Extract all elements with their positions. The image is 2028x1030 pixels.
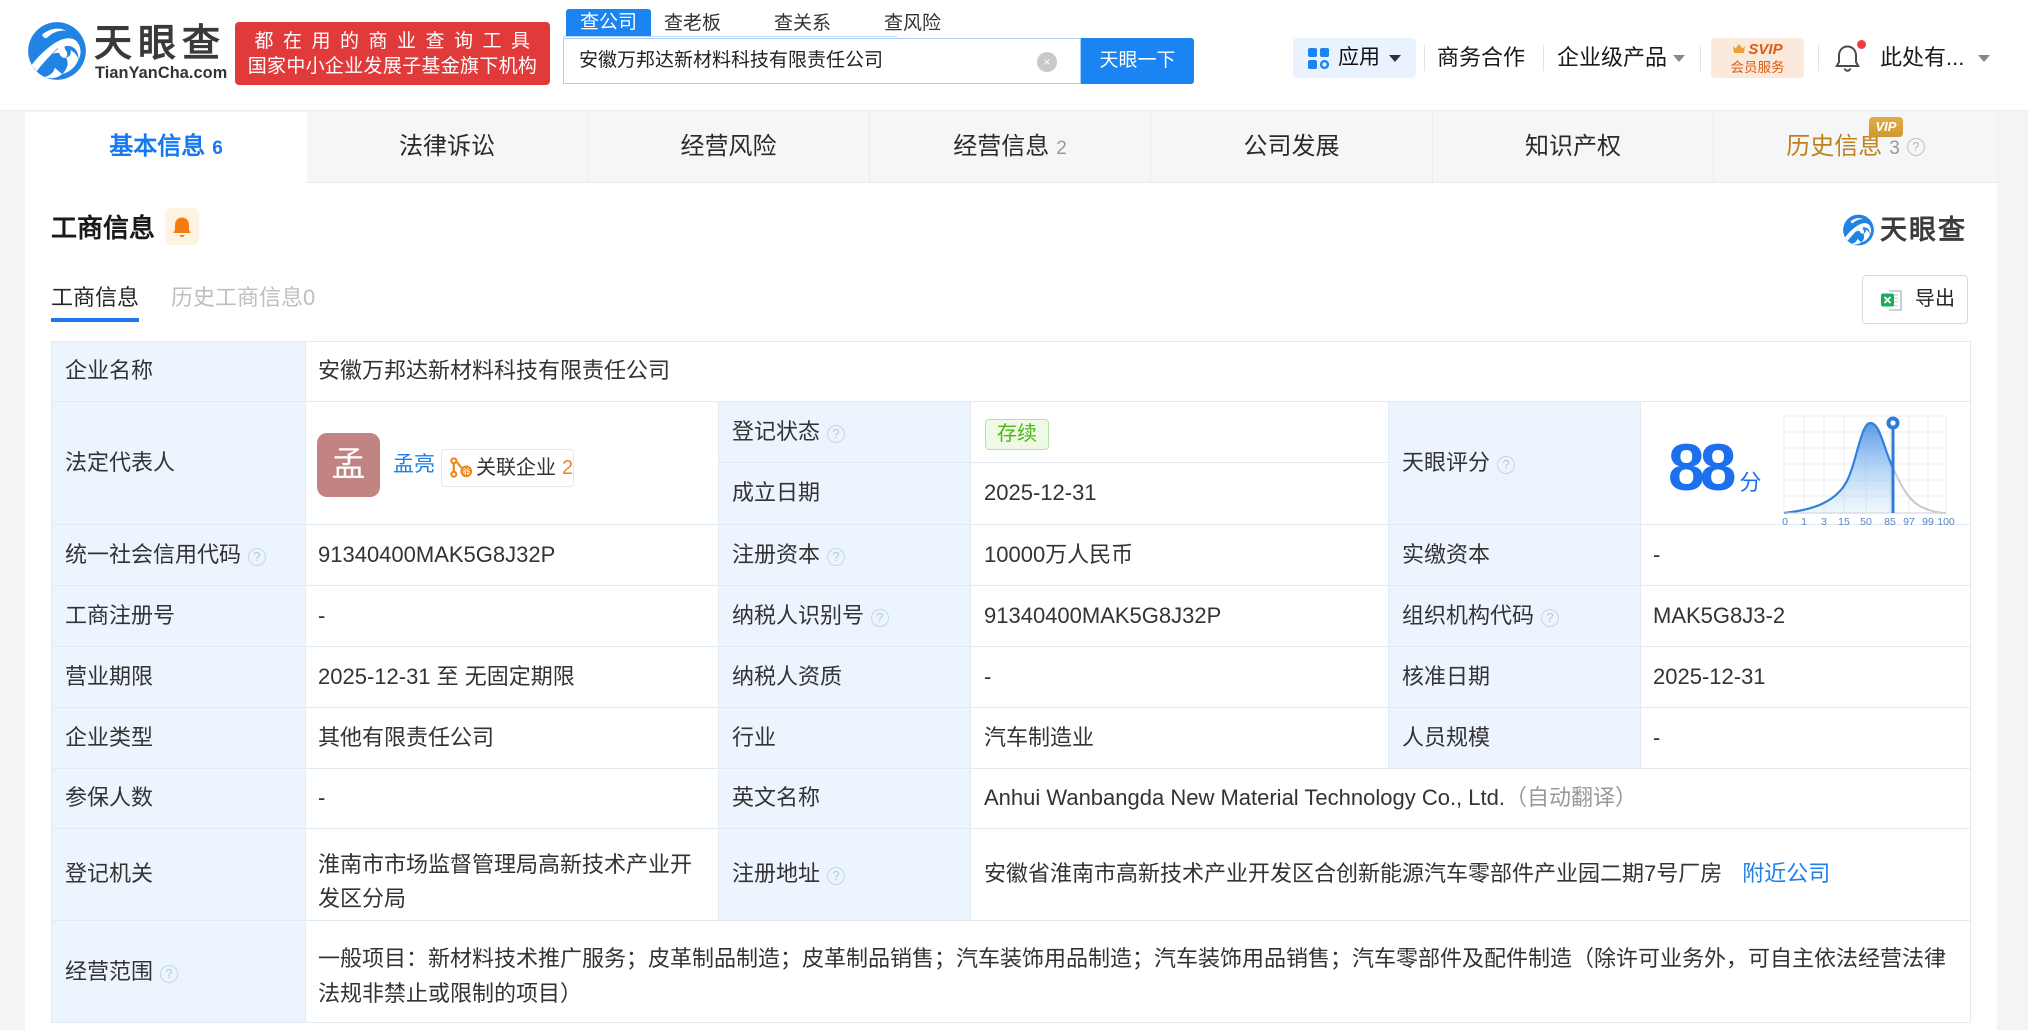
svg-text:97: 97 <box>1903 516 1915 528</box>
svg-text:100: 100 <box>1937 516 1955 528</box>
svg-text:3: 3 <box>1821 516 1827 528</box>
svg-text:15: 15 <box>1838 516 1850 528</box>
svg-text:1: 1 <box>1801 516 1807 528</box>
svg-text:企: 企 <box>461 466 471 477</box>
svg-text:50: 50 <box>1860 516 1872 528</box>
svg-text:85: 85 <box>1884 516 1896 528</box>
svg-text:0: 0 <box>1782 516 1788 528</box>
svg-text:99: 99 <box>1922 516 1934 528</box>
